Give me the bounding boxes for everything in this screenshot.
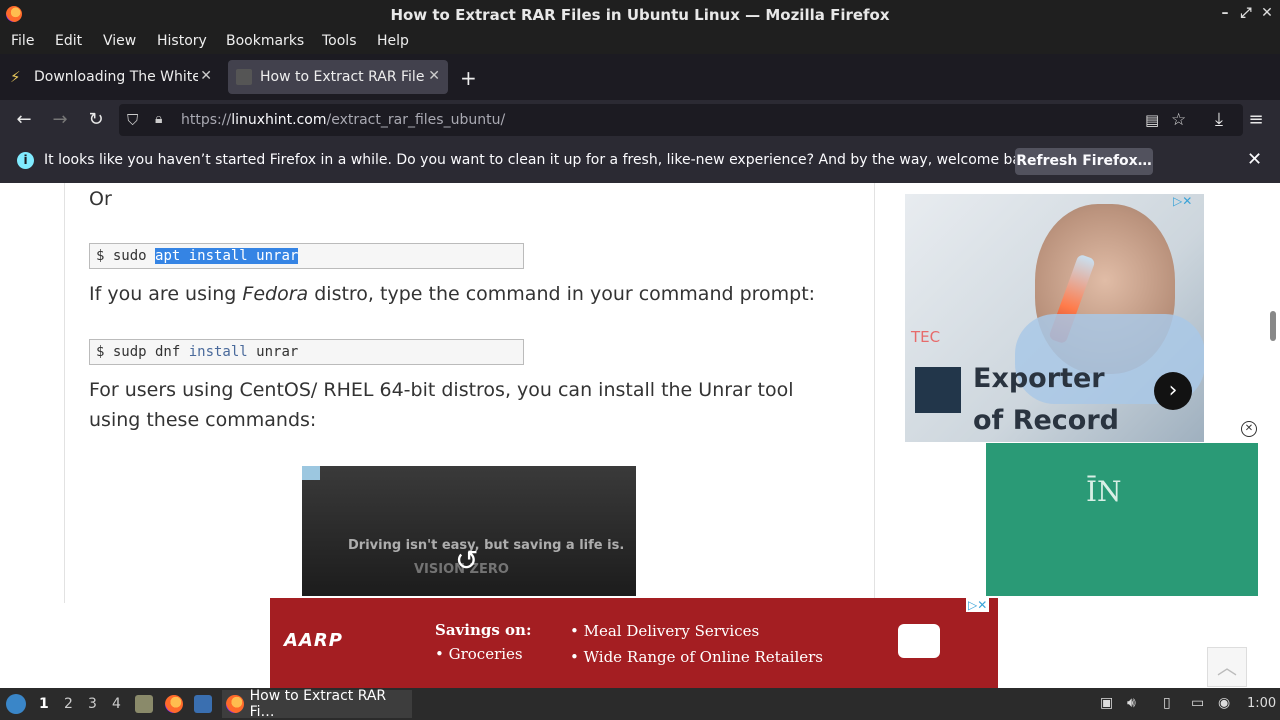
- workspace-4[interactable]: 4: [112, 696, 121, 712]
- close-tab-icon[interactable]: ✕: [428, 68, 440, 84]
- ad-choices-close-icon[interactable]: ▷✕: [966, 598, 990, 612]
- exporter-title: Exporter of Record: [973, 363, 1119, 436]
- bottom-ad-aarp[interactable]: AARP Savings on: • Groceries • Meal Deli…: [270, 598, 998, 688]
- close-ad-icon[interactable]: ✕: [1241, 421, 1257, 437]
- ad-bullet: • Meal Delivery Services: [570, 622, 760, 640]
- network-icon[interactable]: ◉: [1218, 695, 1230, 711]
- firefox-launcher-icon[interactable]: [165, 695, 183, 713]
- chevron-right-icon[interactable]: ›: [1154, 372, 1192, 410]
- code-block-apt: $ sudo apt install unrar: [89, 243, 524, 269]
- refresh-firefox-button[interactable]: Refresh Firefox…: [1015, 148, 1153, 175]
- tray-update-icon[interactable]: ▣: [1100, 695, 1113, 711]
- close-tab-icon[interactable]: ✕: [200, 68, 212, 84]
- paragraph-centos: For users using CentOS/ RHEL 64-bit dist…: [89, 379, 794, 431]
- workspace-3[interactable]: 3: [88, 696, 97, 712]
- new-tab-icon[interactable]: +: [460, 66, 477, 90]
- ad-bullet: • Groceries: [435, 645, 523, 663]
- workspace-1[interactable]: 1: [39, 696, 49, 712]
- menu-edit[interactable]: Edit: [55, 33, 82, 49]
- minimize-icon[interactable]: –: [1217, 5, 1233, 21]
- start-menu-icon[interactable]: [6, 694, 26, 714]
- tab-bar: ⚡ Downloading The White Ho ✕ How to Extr…: [0, 54, 1280, 100]
- menu-tools[interactable]: Tools: [322, 33, 357, 49]
- tab-extract-rar[interactable]: How to Extract RAR Files ✕: [228, 60, 448, 94]
- file-manager-icon[interactable]: [135, 695, 153, 713]
- selected-text: apt install unrar: [155, 248, 299, 264]
- tab-label: Downloading The White Ho: [34, 69, 198, 85]
- linuxhint-favicon-icon: [236, 69, 252, 85]
- ad-choices-close-icon[interactable]: ▷✕: [1173, 194, 1192, 208]
- menu-file[interactable]: File: [11, 33, 34, 49]
- sidebar-ad-in[interactable]: ĪN: [986, 443, 1258, 596]
- code-block-dnf: $ sudp dnf install unrar: [89, 339, 524, 365]
- ad-choices-icon[interactable]: [302, 466, 320, 480]
- exporter-logo-icon: [915, 367, 961, 413]
- close-notification-icon[interactable]: ✕: [1247, 149, 1262, 170]
- lock-icon[interactable]: 🔒︎: [155, 111, 162, 127]
- tab-label: How to Extract RAR Files: [260, 69, 424, 85]
- menu-history[interactable]: History: [157, 33, 207, 49]
- video-ad[interactable]: Driving isn't easy, but saving a life is…: [302, 466, 636, 596]
- scrollbar-thumb[interactable]: [1270, 311, 1276, 341]
- page-content: Or $ sudo apt install unrar If you are u…: [0, 183, 1280, 688]
- code-text: $ sudo: [96, 248, 156, 264]
- window-title: How to Extract RAR Files in Ubuntu Linux…: [390, 6, 890, 24]
- window-titlebar: How to Extract RAR Files in Ubuntu Linux…: [0, 0, 1280, 29]
- clock: 1:00: [1247, 696, 1277, 711]
- info-icon: i: [17, 152, 34, 169]
- paragraph-or: Or: [89, 188, 112, 210]
- scroll-to-top-button[interactable]: ︿: [1207, 647, 1247, 687]
- close-window-icon[interactable]: ✕: [1259, 5, 1275, 21]
- bookmark-star-icon[interactable]: ☆: [1171, 110, 1186, 130]
- menu-help[interactable]: Help: [377, 33, 409, 49]
- menu-bookmarks[interactable]: Bookmarks: [226, 33, 304, 49]
- refresh-notification-bar: i It looks like you haven’t started Fire…: [0, 140, 1280, 183]
- clipboard-icon[interactable]: ▯: [1163, 695, 1171, 711]
- downloads-icon[interactable]: ⤓: [1208, 109, 1230, 130]
- replay-icon[interactable]: ↺: [455, 544, 478, 577]
- reader-view-icon[interactable]: ▤: [1145, 111, 1159, 129]
- reload-icon[interactable]: ↻: [85, 109, 107, 130]
- lightning-icon: ⚡: [10, 68, 21, 86]
- forward-icon[interactable]: →: [49, 109, 71, 130]
- volume-icon[interactable]: 🔊︎: [1127, 695, 1136, 711]
- nav-bar: ← → ↻ ⛉ 🔒︎ https://linuxhint.com/extract…: [0, 100, 1280, 140]
- system-taskbar: 1 2 3 4 How to Extract RAR Fi… ▣ 🔊︎ ▯ ▭ …: [0, 688, 1280, 720]
- taskbar-task-firefox[interactable]: How to Extract RAR Fi…: [222, 688, 412, 720]
- menu-bar: File Edit View History Bookmarks Tools H…: [0, 29, 1280, 54]
- url-bar[interactable]: ⛉ 🔒︎ https://linuxhint.com/extract_rar_f…: [119, 104, 1243, 136]
- paragraph-fedora: If you are using Fedora distro, type the…: [89, 283, 816, 305]
- tab-downloading[interactable]: ⚡ Downloading The White Ho ✕: [2, 60, 220, 94]
- back-icon[interactable]: ←: [13, 109, 35, 130]
- maximize-icon[interactable]: ⤢: [1238, 5, 1254, 21]
- notification-message: It looks like you haven’t started Firefo…: [44, 152, 1043, 168]
- firefox-icon: [226, 695, 244, 713]
- sidebar-ad-exporter[interactable]: TEC Exporter of Record › ▷✕: [905, 194, 1204, 442]
- aarp-logo: AARP: [284, 630, 343, 651]
- shield-icon[interactable]: ⛉: [127, 111, 138, 129]
- hamburger-menu-icon[interactable]: ≡: [1245, 109, 1267, 130]
- url-text[interactable]: https://linuxhint.com/extract_rar_files_…: [181, 112, 505, 128]
- ad-savings-heading: Savings on:: [435, 621, 532, 639]
- workspace-2[interactable]: 2: [64, 696, 73, 712]
- video-caption: Driving isn't easy, but saving a life is…: [348, 538, 625, 553]
- in-logo: ĪN: [1086, 475, 1122, 508]
- tec-logo: TEC: [911, 328, 941, 346]
- ad-bullet: • Wide Range of Online Retailers: [570, 648, 823, 666]
- task-label: How to Extract RAR Fi…: [249, 688, 387, 720]
- terminal-icon[interactable]: [194, 695, 212, 713]
- menu-view[interactable]: View: [103, 33, 136, 49]
- wallet-icon: [898, 624, 940, 658]
- display-icon[interactable]: ▭: [1191, 695, 1204, 711]
